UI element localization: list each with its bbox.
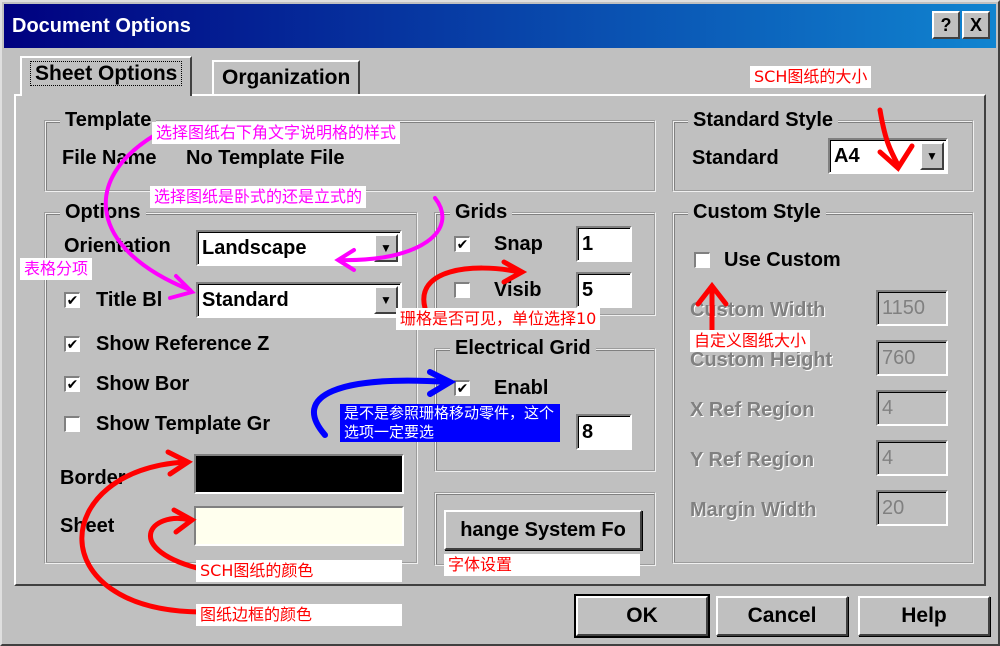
window-title: Document Options [12, 15, 191, 37]
annotation-title-block: 表格分项 [20, 258, 93, 280]
orientation-value: Landscape [202, 237, 307, 259]
orientation-label: Orientation [64, 235, 171, 257]
annotation-grid-visible: 珊格是否可见，单位选择10 [396, 308, 601, 330]
show-template-label: Show Template Gr [96, 413, 271, 435]
custom-style-group-label: Custom Style [688, 200, 826, 224]
y-ref-region-label: Y Ref Region [690, 449, 815, 471]
annotation-electrical: 是不是参照珊格移动零件，这个选项一定要选 [340, 404, 560, 442]
chevron-down-icon[interactable]: ▼ [374, 286, 398, 314]
custom-width-input[interactable]: 1150 [876, 290, 948, 326]
file-name-label: File Name [62, 147, 157, 169]
snap-grid-label: Snap [494, 233, 543, 255]
standard-size-select[interactable]: A4 ▼ [828, 138, 948, 174]
snap-grid-input[interactable]: 1 [576, 226, 632, 262]
standard-size-label: Standard [692, 147, 779, 169]
grids-group-label: Grids [450, 200, 513, 224]
cancel-button[interactable]: Cancel [716, 596, 848, 636]
annotation-font-setting: 字体设置 [444, 554, 640, 576]
tab-sheet-options-label: Sheet Options [30, 61, 183, 86]
snap-grid-checkbox[interactable]: ✔ [454, 236, 470, 252]
help-icon[interactable]: ? [932, 11, 960, 39]
show-template-checkbox[interactable] [64, 416, 80, 432]
title-block-checkbox[interactable]: ✔ [64, 292, 80, 308]
custom-height-input[interactable]: 760 [876, 340, 948, 376]
sheet-color-label: Sheet [60, 515, 115, 537]
options-group-label: Options [60, 200, 146, 224]
x-ref-region-input[interactable]: 4 [876, 390, 948, 426]
margin-width-label: Margin Width [690, 499, 817, 521]
electrical-grid-group-label: Electrical Grid [450, 336, 596, 360]
electrical-grid-enable-checkbox[interactable]: ✔ [454, 380, 470, 396]
annotation-template-style: 选择图纸右下角文字说明格的样式 [152, 122, 401, 144]
visible-grid-label: Visib [494, 279, 542, 301]
border-color-label: Border [60, 467, 126, 489]
show-border-checkbox[interactable]: ✔ [64, 376, 80, 392]
margin-width-input[interactable]: 20 [876, 490, 948, 526]
chevron-down-icon[interactable]: ▼ [374, 234, 398, 262]
electrical-grid-input[interactable]: 8 [576, 414, 632, 450]
tab-organization[interactable]: Organization [212, 60, 361, 94]
y-ref-region-input[interactable]: 4 [876, 440, 948, 476]
x-ref-region-label: X Ref Region [690, 399, 815, 421]
annotation-orientation: 选择图纸是卧式的还是立式的 [150, 186, 367, 208]
help-button[interactable]: Help [858, 596, 990, 636]
chevron-down-icon[interactable]: ▼ [920, 142, 944, 170]
electrical-grid-enable-label: Enabl [494, 377, 549, 399]
annotation-custom-size: 自定义图纸大小 [690, 330, 811, 352]
close-icon[interactable]: X [962, 11, 990, 39]
tab-organization-label: Organization [222, 66, 351, 89]
title-block-select[interactable]: Standard ▼ [196, 282, 402, 318]
ok-button[interactable]: OK [574, 594, 710, 638]
standard-size-value: A4 [834, 145, 860, 167]
title-block-value: Standard [202, 289, 289, 311]
show-border-label: Show Bor [96, 373, 190, 395]
title-bar: Document Options ? X [4, 4, 996, 48]
tab-sheet-options[interactable]: Sheet Options [20, 56, 193, 96]
use-custom-checkbox[interactable] [694, 252, 710, 268]
template-group-label: Template [60, 108, 157, 132]
visible-grid-input[interactable]: 5 [576, 272, 632, 308]
standard-style-group-label: Standard Style [688, 108, 839, 132]
show-reference-label: Show Reference Z [96, 333, 270, 355]
file-name-value: No Template File [186, 147, 345, 169]
border-color-swatch[interactable] [194, 454, 404, 494]
annotation-sch-size: SCH图纸的大小 [750, 66, 872, 88]
change-system-font-button[interactable]: hange System Fo [444, 510, 642, 550]
sheet-color-swatch[interactable] [194, 506, 404, 546]
show-reference-checkbox[interactable]: ✔ [64, 336, 80, 352]
visible-grid-checkbox[interactable] [454, 282, 470, 298]
use-custom-label: Use Custom [724, 249, 841, 271]
orientation-select[interactable]: Landscape ▼ [196, 230, 402, 266]
annotation-border-color: 图纸边框的颜色 [196, 604, 402, 626]
custom-width-label: Custom Width [690, 299, 826, 321]
title-block-label: Title Bl [96, 289, 163, 311]
annotation-sheet-color: SCH图纸的颜色 [196, 560, 402, 582]
